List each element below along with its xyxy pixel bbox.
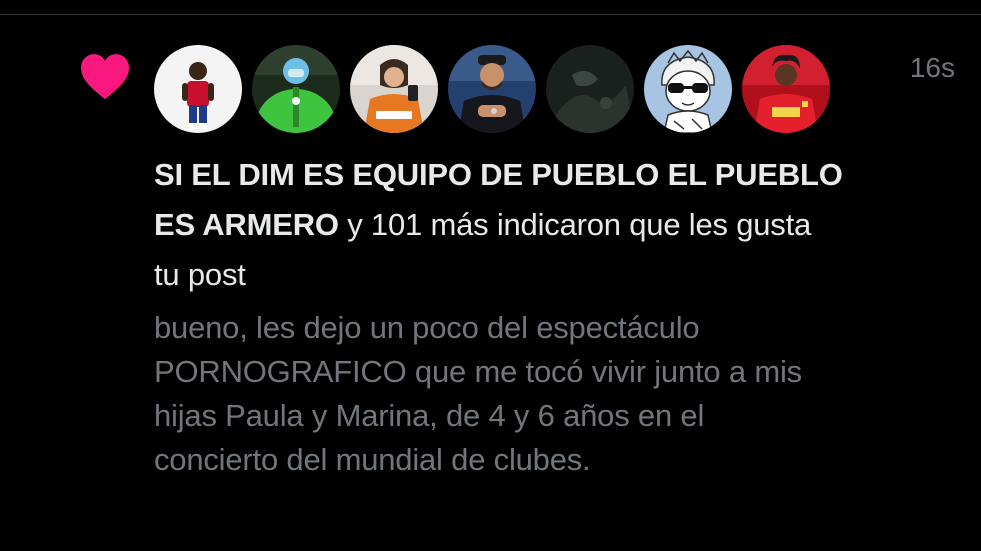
like-notification[interactable]: 16s SI EL DIM ES EQUIPO DE PUEBLO EL PUE… [0, 0, 981, 551]
avatar-1[interactable] [154, 45, 242, 133]
liker-name-continued[interactable]: ES ARMERO [154, 207, 339, 242]
post-line: hijas Paula y Marina, de 4 y 6 años en e… [154, 398, 705, 433]
notification-headline: SI EL DIM ES EQUIPO DE PUEBLO EL PUEBLO … [154, 150, 954, 300]
timestamp: 16s [909, 52, 955, 83]
post-line: PORNOGRAFICO que me tocó vivir junto a m… [154, 354, 802, 389]
liker-name[interactable]: SI EL DIM ES EQUIPO DE PUEBLO EL PUEBLO [154, 157, 843, 192]
headline-text: y 101 más indicaron que les gusta [338, 207, 812, 242]
post-preview[interactable]: bueno, les dejo un poco del espectáculo … [154, 306, 954, 482]
post-line: bueno, les dejo un poco del espectáculo [154, 310, 700, 345]
avatar-7[interactable] [742, 45, 830, 133]
avatar-6[interactable] [644, 45, 732, 133]
avatar-row [154, 45, 830, 133]
avatar-5[interactable] [546, 45, 634, 133]
avatar-3[interactable] [350, 45, 438, 133]
avatar-2[interactable] [252, 45, 340, 133]
post-line: concierto del mundial de clubes. [154, 442, 591, 477]
avatar-4[interactable] [448, 45, 536, 133]
heart-icon [81, 54, 129, 100]
headline-text-end: tu post [154, 257, 246, 292]
